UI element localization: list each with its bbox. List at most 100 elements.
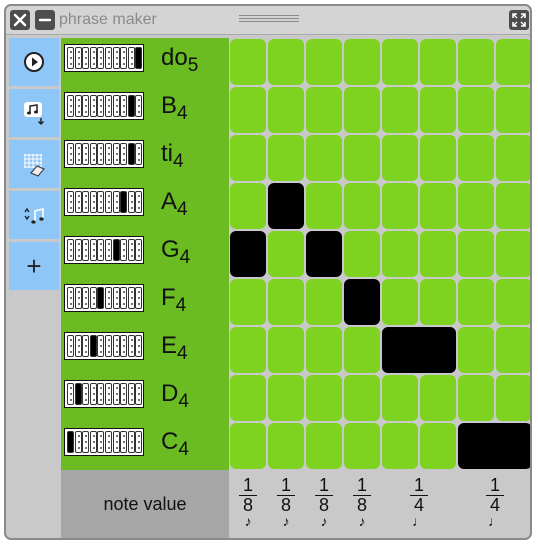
expand-button[interactable]: [509, 10, 529, 30]
grid-cell[interactable]: [306, 87, 342, 133]
grid-cell[interactable]: [306, 279, 342, 325]
grid-cell[interactable]: [268, 87, 304, 133]
grid-cell[interactable]: [420, 279, 456, 325]
grid-cell[interactable]: [344, 183, 380, 229]
pitch-label[interactable]: D4: [161, 380, 189, 412]
pitch-label[interactable]: do5: [161, 44, 198, 76]
grid-cell[interactable]: [344, 39, 380, 85]
grid-cell[interactable]: [230, 183, 266, 229]
grid-cell[interactable]: [382, 135, 418, 181]
minimize-button[interactable]: [35, 10, 55, 30]
grid-cell[interactable]: [458, 39, 494, 85]
pitch-label[interactable]: A4: [161, 188, 188, 220]
grid-cell[interactable]: [230, 375, 266, 421]
pitch-label[interactable]: G4: [161, 236, 190, 268]
pitch-label[interactable]: ti4: [161, 140, 184, 172]
grid-cell[interactable]: [496, 183, 530, 229]
sort-button[interactable]: [9, 191, 59, 239]
grid-cell[interactable]: [268, 135, 304, 181]
grid-cell[interactable]: [458, 135, 494, 181]
grid-cell[interactable]: [458, 327, 494, 373]
drag-handle-icon[interactable]: [239, 15, 299, 24]
grid-cell[interactable]: [382, 231, 418, 277]
grid-cell-selected[interactable]: [306, 231, 342, 277]
grid-cell[interactable]: [382, 423, 418, 469]
grid-cell[interactable]: [306, 135, 342, 181]
piano-keys-icon[interactable]: [64, 380, 144, 408]
grid-cell[interactable]: [344, 375, 380, 421]
grid-cell[interactable]: [420, 135, 456, 181]
grid-cell[interactable]: [306, 39, 342, 85]
play-button[interactable]: [9, 38, 59, 86]
grid-cell[interactable]: [268, 423, 304, 469]
grid-cell[interactable]: [420, 231, 456, 277]
grid-cell[interactable]: [458, 279, 494, 325]
grid-cell[interactable]: [420, 375, 456, 421]
grid-cell[interactable]: [496, 231, 530, 277]
grid-cell[interactable]: [496, 375, 530, 421]
grid-cell[interactable]: [306, 423, 342, 469]
save-button[interactable]: [9, 89, 59, 137]
pitch-label[interactable]: B4: [161, 92, 188, 124]
erase-button[interactable]: [9, 140, 59, 188]
grid-cell[interactable]: [382, 87, 418, 133]
grid-cell[interactable]: [496, 39, 530, 85]
pitch-label[interactable]: F4: [161, 284, 186, 316]
note-value-column[interactable]: 1 8 ♪: [343, 476, 381, 528]
grid-cell[interactable]: [344, 231, 380, 277]
grid-cell[interactable]: [458, 375, 494, 421]
grid-cell-selected[interactable]: [268, 183, 304, 229]
grid-cell-selected[interactable]: [458, 423, 530, 469]
grid-cell[interactable]: [268, 39, 304, 85]
grid-cell-selected[interactable]: [382, 327, 456, 373]
piano-keys-icon[interactable]: [64, 140, 144, 168]
grid-cell[interactable]: [230, 327, 266, 373]
grid-cell[interactable]: [496, 87, 530, 133]
title-bar[interactable]: phrase maker: [6, 6, 530, 35]
piano-keys-icon[interactable]: [64, 92, 144, 120]
grid-cell[interactable]: [382, 375, 418, 421]
grid-cell[interactable]: [496, 279, 530, 325]
grid-cell[interactable]: [268, 375, 304, 421]
grid-cell[interactable]: [496, 135, 530, 181]
grid-cell[interactable]: [268, 327, 304, 373]
note-value-column[interactable]: 1 4 ♩: [400, 476, 438, 528]
grid-cell[interactable]: [458, 87, 494, 133]
add-button[interactable]: +: [9, 242, 59, 290]
pitch-label[interactable]: E4: [161, 332, 188, 364]
piano-keys-icon[interactable]: [64, 428, 144, 456]
grid-cell[interactable]: [458, 231, 494, 277]
note-value-column[interactable]: 1 8 ♪: [305, 476, 343, 528]
grid-cell[interactable]: [420, 423, 456, 469]
grid-cell-selected[interactable]: [230, 231, 266, 277]
grid-cell[interactable]: [420, 39, 456, 85]
grid-cell[interactable]: [230, 135, 266, 181]
grid-cell[interactable]: [496, 327, 530, 373]
grid-cell[interactable]: [382, 39, 418, 85]
grid-cell[interactable]: [344, 423, 380, 469]
grid-cell[interactable]: [230, 423, 266, 469]
grid-cell[interactable]: [382, 183, 418, 229]
grid-cell[interactable]: [230, 39, 266, 85]
piano-keys-icon[interactable]: [64, 284, 144, 312]
grid-cell[interactable]: [230, 279, 266, 325]
grid-cell[interactable]: [306, 375, 342, 421]
grid-cell[interactable]: [306, 327, 342, 373]
note-value-column[interactable]: 1 8 ♪: [267, 476, 305, 528]
grid-cell[interactable]: [268, 231, 304, 277]
grid-cell[interactable]: [420, 183, 456, 229]
grid-cell[interactable]: [344, 135, 380, 181]
piano-keys-icon[interactable]: [64, 44, 144, 72]
grid-cell[interactable]: [344, 87, 380, 133]
piano-keys-icon[interactable]: [64, 332, 144, 360]
grid-cell[interactable]: [382, 279, 418, 325]
grid-cell-selected[interactable]: [344, 279, 380, 325]
piano-keys-icon[interactable]: [64, 236, 144, 264]
pitch-label[interactable]: C4: [161, 428, 189, 460]
grid-cell[interactable]: [268, 279, 304, 325]
grid-cell[interactable]: [420, 87, 456, 133]
note-value-column[interactable]: 1 8 ♪: [229, 476, 267, 528]
grid-cell[interactable]: [306, 183, 342, 229]
grid-cell[interactable]: [344, 327, 380, 373]
note-value-column[interactable]: 1 4 ♩: [476, 476, 514, 528]
